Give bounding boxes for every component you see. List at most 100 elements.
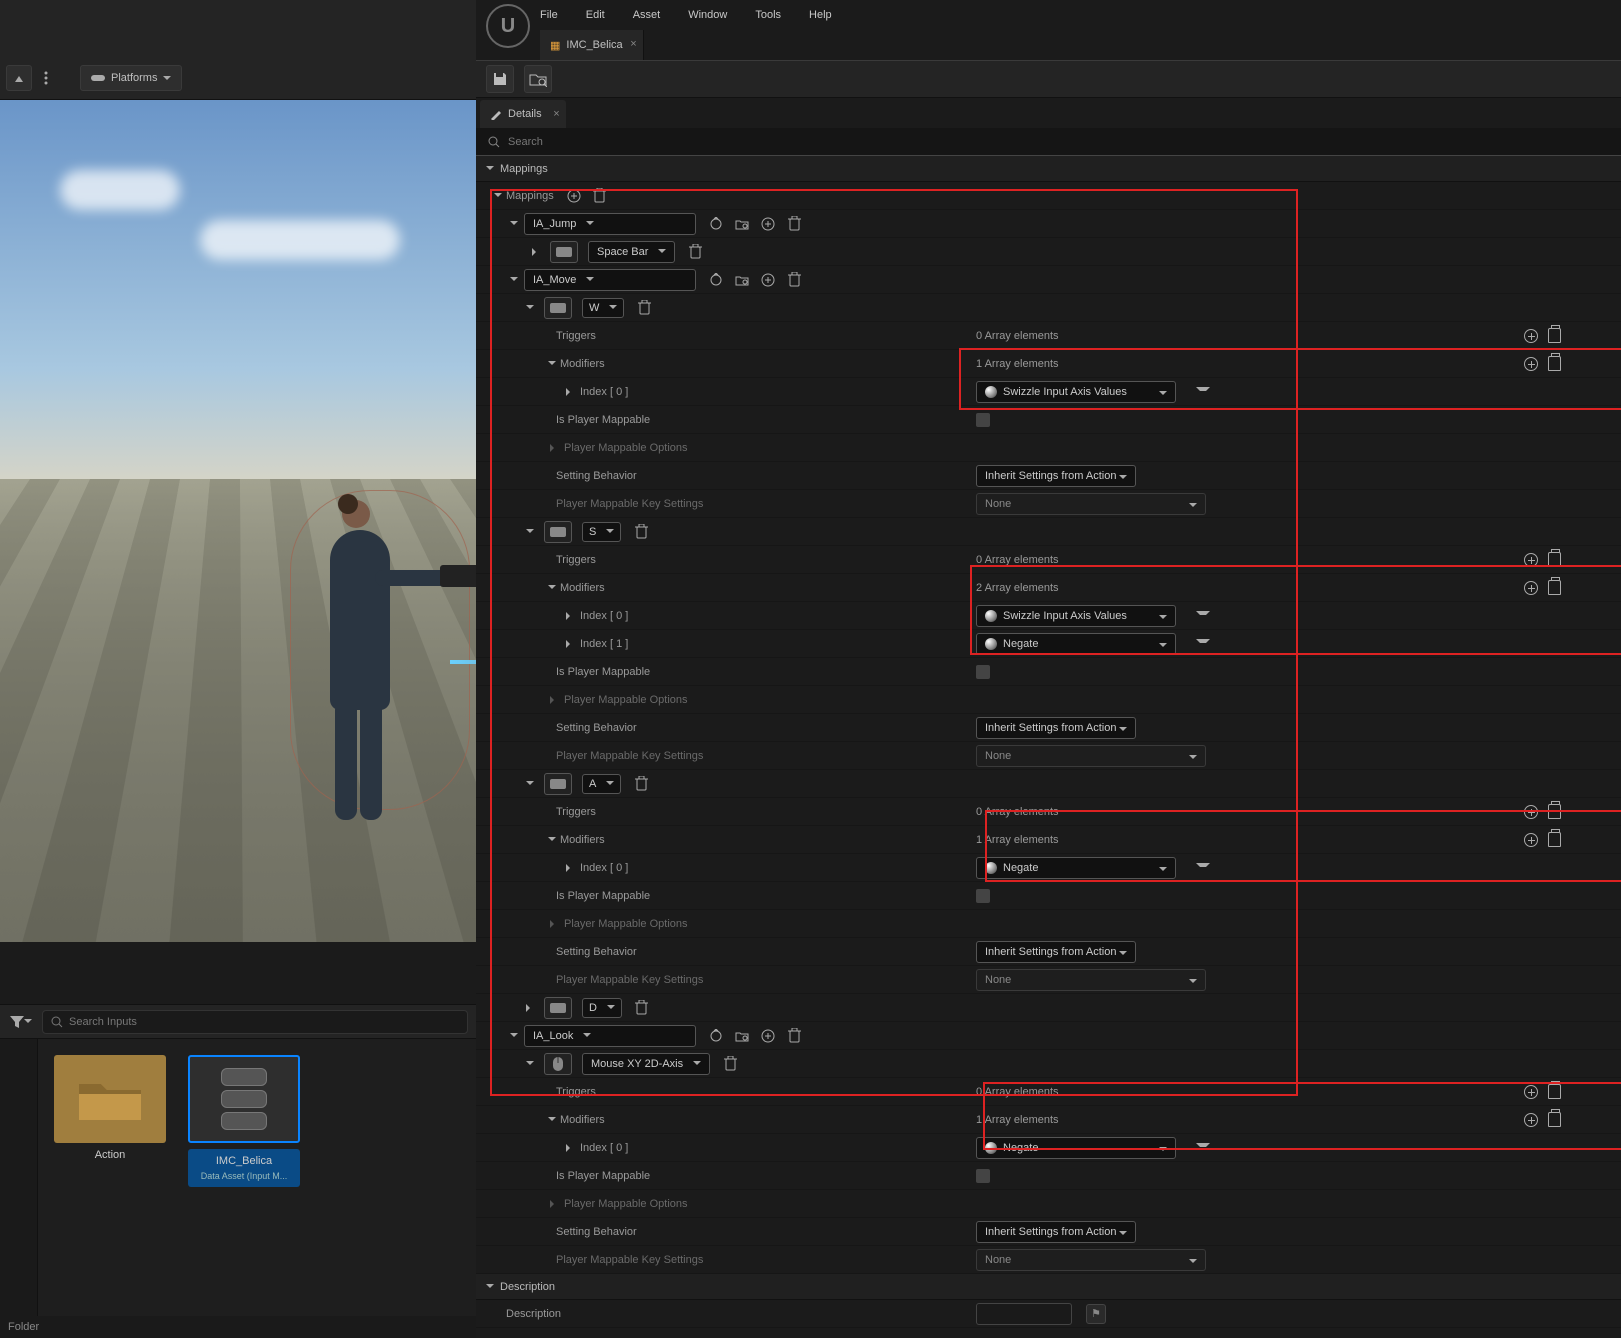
asset-tab[interactable]: ▦ IMC_Belica ×: [540, 30, 644, 60]
details-search[interactable]: Search: [476, 128, 1621, 156]
delete-key-button[interactable]: [636, 300, 652, 316]
delete-key-button[interactable]: [634, 1000, 650, 1016]
delete-action-button[interactable]: [786, 216, 802, 232]
expand-modifier-button[interactable]: [1196, 387, 1210, 401]
add-modifier-button[interactable]: [1524, 357, 1538, 371]
menu-edit[interactable]: Edit: [586, 9, 605, 21]
is-player-mappable-checkbox[interactable]: [976, 889, 990, 903]
modifier-dropdown[interactable]: Negate: [976, 1137, 1176, 1159]
setting-behavior-dropdown[interactable]: Inherit Settings from Action: [976, 941, 1136, 963]
section-description[interactable]: Description: [476, 1274, 1621, 1300]
add-modifier-button[interactable]: [1524, 1113, 1538, 1127]
add-trigger-button[interactable]: [1524, 553, 1538, 567]
cb-filter-button[interactable]: [8, 1009, 34, 1035]
is-player-mappable-checkbox[interactable]: [976, 1169, 990, 1183]
menu-asset[interactable]: Asset: [633, 9, 661, 21]
clear-mappings-button[interactable]: [592, 188, 608, 204]
player-mappable-key-settings-dropdown[interactable]: None: [976, 1249, 1206, 1271]
clear-modifiers-button[interactable]: [1548, 356, 1561, 371]
key-dropdown[interactable]: W: [582, 298, 624, 318]
clear-triggers-button[interactable]: [1548, 328, 1561, 343]
modifier-dropdown[interactable]: Negate: [976, 857, 1176, 879]
menu-help[interactable]: Help: [809, 9, 832, 21]
player-mappable-key-settings-dropdown[interactable]: None: [976, 493, 1206, 515]
modifier-dropdown[interactable]: Negate: [976, 633, 1176, 655]
details-tab-close[interactable]: ×: [553, 108, 559, 120]
key-picker-button[interactable]: [550, 241, 578, 263]
section-mappings[interactable]: Mappings: [476, 156, 1621, 182]
key-picker-button[interactable]: [544, 521, 572, 543]
use-selected-button[interactable]: [708, 1028, 724, 1044]
browse-to-button[interactable]: [734, 216, 750, 232]
add-key-button[interactable]: [760, 216, 776, 232]
key-picker-button[interactable]: [544, 773, 572, 795]
details-tab[interactable]: Details ×: [480, 100, 566, 128]
add-trigger-button[interactable]: [1524, 329, 1538, 343]
asset-tab-close[interactable]: ×: [630, 38, 636, 50]
add-trigger-button[interactable]: [1524, 1085, 1538, 1099]
player-mappable-key-settings-dropdown[interactable]: None: [976, 969, 1206, 991]
cb-asset-imc-belica[interactable]: IMC_Belica Data Asset (Input M...: [188, 1055, 300, 1187]
player-mappable-key-settings-dropdown[interactable]: None: [976, 745, 1206, 767]
modifier-dropdown[interactable]: Swizzle Input Axis Values: [976, 605, 1176, 627]
delete-key-button[interactable]: [687, 244, 703, 260]
action-dropdown-jump[interactable]: IA_Jump: [524, 213, 696, 235]
is-player-mappable-checkbox[interactable]: [976, 665, 990, 679]
add-mapping-button[interactable]: [566, 188, 582, 204]
browse-button[interactable]: [524, 65, 552, 93]
action-dropdown-look[interactable]: IA_Look: [524, 1025, 696, 1047]
toolbar-button-b[interactable]: [40, 65, 52, 91]
setting-behavior-dropdown[interactable]: Inherit Settings from Action: [976, 465, 1136, 487]
clear-modifiers-button[interactable]: [1548, 832, 1561, 847]
key-dropdown-mouse[interactable]: Mouse XY 2D-Axis: [582, 1053, 710, 1075]
description-input[interactable]: [976, 1303, 1072, 1325]
modifier-dropdown[interactable]: Swizzle Input Axis Values: [976, 381, 1176, 403]
browse-to-button[interactable]: [734, 272, 750, 288]
key-dropdown[interactable]: S: [582, 522, 621, 542]
cb-search-input[interactable]: Search Inputs: [42, 1010, 468, 1034]
add-modifier-button[interactable]: [1524, 581, 1538, 595]
clear-triggers-button[interactable]: [1548, 804, 1561, 819]
setting-behavior-dropdown[interactable]: Inherit Settings from Action: [976, 1221, 1136, 1243]
key-dropdown[interactable]: A: [582, 774, 621, 794]
clear-triggers-button[interactable]: [1548, 1084, 1561, 1099]
ue-logo: U: [486, 4, 530, 48]
use-selected-button[interactable]: [708, 216, 724, 232]
browse-to-button[interactable]: [734, 1028, 750, 1044]
add-modifier-button[interactable]: [1524, 833, 1538, 847]
cb-asset-type: Data Asset (Input M...: [192, 1171, 296, 1181]
menu-tools[interactable]: Tools: [755, 9, 781, 21]
viewport[interactable]: [0, 100, 476, 942]
clear-triggers-button[interactable]: [1548, 552, 1561, 567]
expand-modifier-button[interactable]: [1196, 863, 1210, 877]
delete-key-button[interactable]: [633, 776, 649, 792]
cb-folder-action[interactable]: Action: [54, 1055, 166, 1161]
add-key-button[interactable]: [760, 1028, 776, 1044]
menu-window[interactable]: Window: [688, 9, 727, 21]
add-key-button[interactable]: [760, 272, 776, 288]
expand-modifier-button[interactable]: [1196, 1143, 1210, 1157]
key-picker-button[interactable]: [544, 297, 572, 319]
action-dropdown-move[interactable]: IA_Move: [524, 269, 696, 291]
delete-action-button[interactable]: [786, 272, 802, 288]
localize-button[interactable]: ⚑: [1086, 1304, 1106, 1324]
key-dropdown[interactable]: D: [582, 998, 622, 1018]
key-dropdown-spacebar[interactable]: Space Bar: [588, 241, 675, 263]
expand-modifier-button[interactable]: [1196, 611, 1210, 625]
platforms-dropdown[interactable]: Platforms: [80, 65, 182, 91]
save-button[interactable]: [486, 65, 514, 93]
expand-modifier-button[interactable]: [1196, 639, 1210, 653]
key-picker-button[interactable]: [544, 997, 572, 1019]
key-picker-mouse[interactable]: [544, 1053, 572, 1075]
add-trigger-button[interactable]: [1524, 805, 1538, 819]
is-player-mappable-checkbox[interactable]: [976, 413, 990, 427]
toolbar-button-a[interactable]: [6, 65, 32, 91]
menu-file[interactable]: File: [540, 9, 558, 21]
delete-key-button[interactable]: [633, 524, 649, 540]
setting-behavior-dropdown[interactable]: Inherit Settings from Action: [976, 717, 1136, 739]
clear-modifiers-button[interactable]: [1548, 1112, 1561, 1127]
clear-modifiers-button[interactable]: [1548, 580, 1561, 595]
delete-action-button[interactable]: [786, 1028, 802, 1044]
delete-key-button[interactable]: [722, 1056, 738, 1072]
use-selected-button[interactable]: [708, 272, 724, 288]
